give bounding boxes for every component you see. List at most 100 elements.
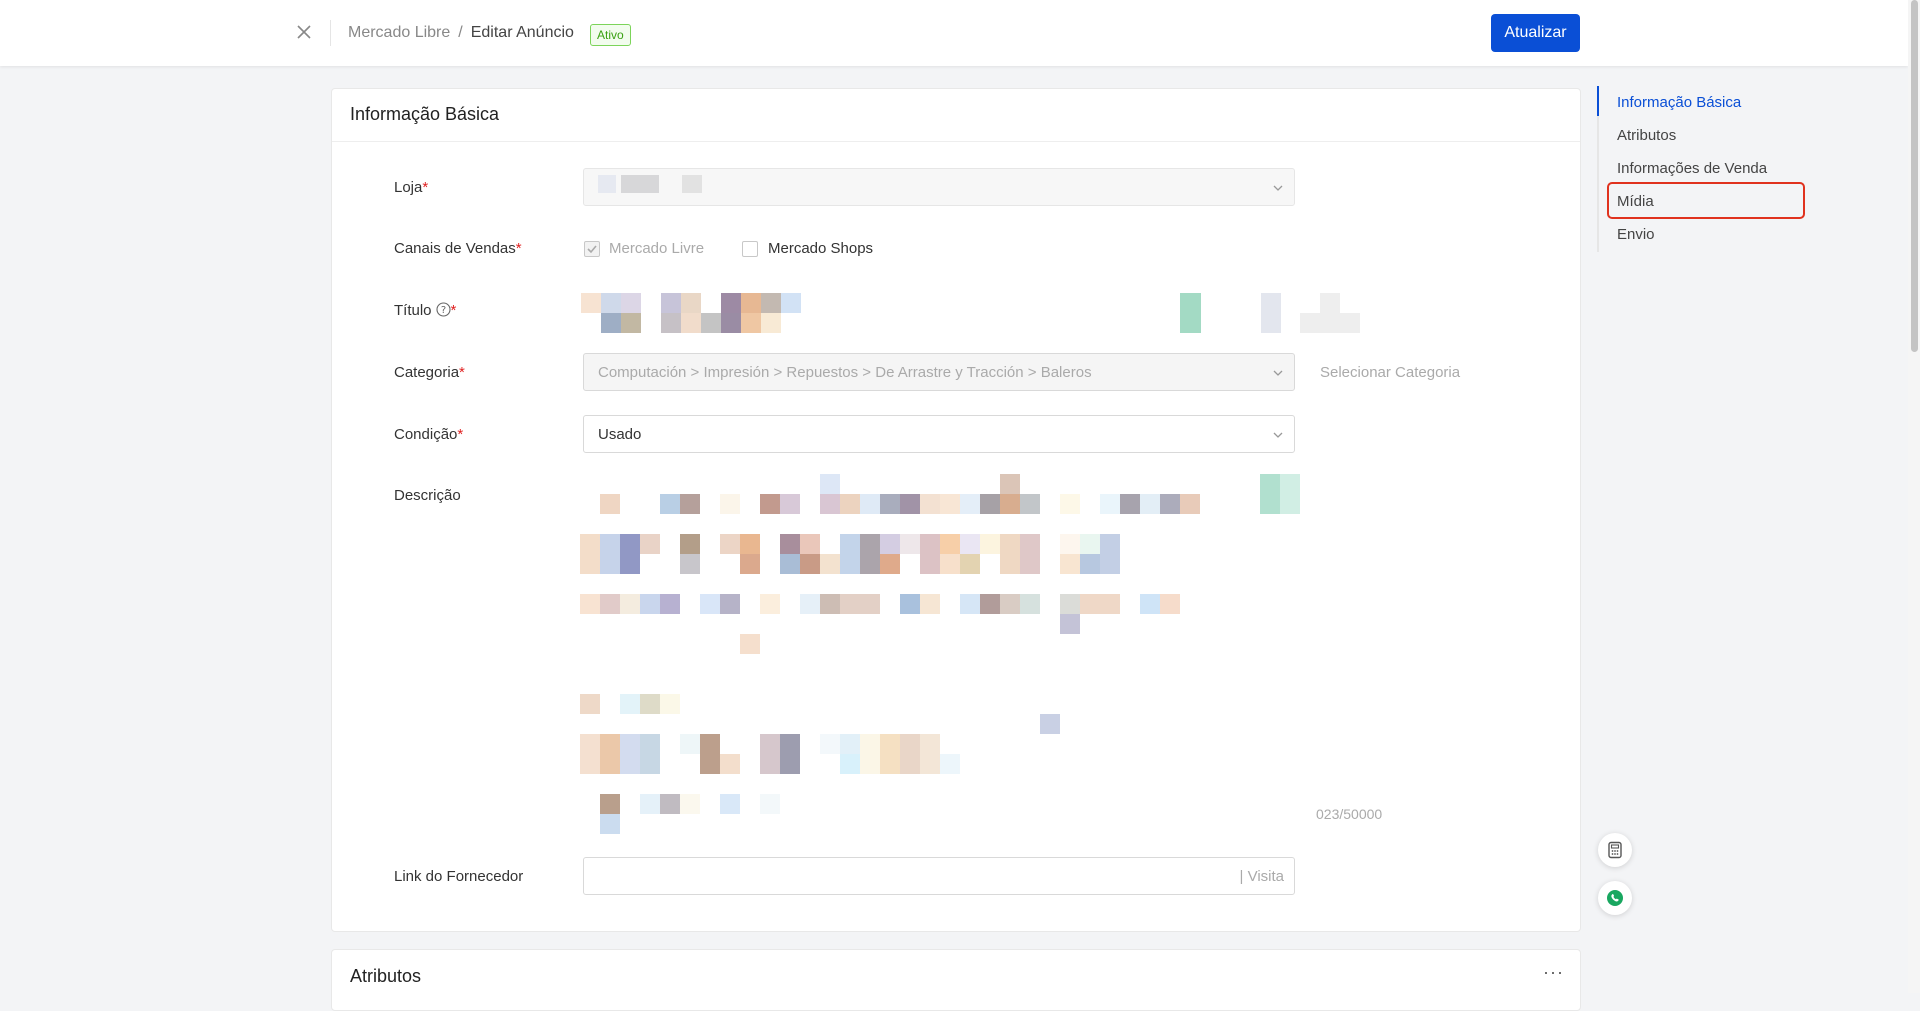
redacted-block bbox=[820, 594, 840, 614]
redacted-block bbox=[580, 534, 600, 574]
redacted-block bbox=[1000, 474, 1020, 494]
redacted-block bbox=[1020, 594, 1040, 614]
help-icon[interactable]: ? bbox=[435, 302, 451, 317]
mercado-shops-checkbox[interactable] bbox=[742, 241, 758, 257]
redacted-block bbox=[1120, 494, 1140, 514]
section-title: Atributos bbox=[350, 966, 422, 986]
redacted-block bbox=[680, 554, 700, 574]
redacted-block bbox=[700, 594, 720, 614]
breadcrumb: Mercado Libre / Editar Anúncio bbox=[348, 24, 574, 42]
redacted-block bbox=[960, 554, 980, 574]
condition-label: Condição* bbox=[394, 426, 463, 443]
card-header: Informação Básica bbox=[332, 89, 1580, 142]
redacted-block bbox=[780, 734, 800, 774]
condition-select[interactable]: Usado bbox=[583, 415, 1295, 453]
mercado-shops-label: Mercado Shops bbox=[768, 240, 874, 257]
redacted-block bbox=[1160, 594, 1180, 614]
basic-info-card: Informação Básica Loja* Canais de Vendas… bbox=[331, 88, 1581, 932]
redacted-block bbox=[980, 534, 1000, 554]
description-label: Descrição bbox=[394, 487, 461, 504]
anchor-item-atributos[interactable]: Atributos bbox=[1617, 127, 1676, 144]
redacted-block bbox=[820, 494, 840, 514]
redacted-block bbox=[940, 554, 960, 574]
top-bar: Mercado Libre / Editar Anúncio Ativo Atual… bbox=[0, 0, 1908, 66]
breadcrumb-current: Editar Anúncio bbox=[470, 24, 574, 41]
redacted-block bbox=[1000, 494, 1020, 514]
redacted-block bbox=[920, 734, 940, 774]
redacted-block bbox=[1300, 313, 1360, 333]
redacted-block bbox=[660, 694, 680, 714]
description-label-text: Descrição bbox=[394, 487, 461, 504]
redacted-block bbox=[640, 534, 660, 554]
redacted-block bbox=[680, 494, 700, 514]
redacted-block bbox=[1080, 554, 1100, 574]
required-mark: * bbox=[457, 426, 464, 443]
redacted-block bbox=[1320, 293, 1340, 313]
redacted-block bbox=[600, 594, 620, 614]
store-select[interactable] bbox=[583, 168, 1295, 206]
redacted-block bbox=[620, 734, 640, 774]
redacted-block bbox=[780, 494, 800, 514]
redacted-block bbox=[860, 534, 880, 574]
redacted-block bbox=[598, 175, 616, 193]
close-icon[interactable] bbox=[292, 20, 316, 44]
redacted-block bbox=[720, 534, 740, 554]
redacted-block bbox=[600, 794, 620, 814]
redacted-block bbox=[780, 554, 800, 574]
anchor-item-informacoes-de-venda[interactable]: Informações de Venda bbox=[1617, 160, 1767, 177]
redacted-block bbox=[580, 734, 600, 774]
more-options-icon[interactable]: ··· bbox=[1543, 962, 1564, 983]
redacted-block bbox=[880, 494, 900, 514]
redacted-block bbox=[601, 313, 621, 333]
redacted-block bbox=[761, 293, 781, 313]
chevron-down-icon bbox=[1273, 185, 1283, 191]
supplier-link-label-text: Link do Fornecedor bbox=[394, 868, 524, 885]
redacted-block bbox=[601, 293, 621, 313]
redacted-block bbox=[900, 594, 920, 614]
breadcrumb-separator: / bbox=[458, 24, 463, 41]
redacted-block bbox=[960, 534, 980, 554]
redacted-block bbox=[1180, 293, 1201, 333]
redacted-block bbox=[1180, 494, 1200, 514]
redacted-block bbox=[860, 494, 880, 514]
redacted-block bbox=[781, 293, 801, 313]
supplier-link-input[interactable]: | Visita bbox=[583, 857, 1295, 895]
calculator-button[interactable] bbox=[1598, 833, 1632, 867]
redacted-block bbox=[1261, 293, 1281, 333]
redacted-block bbox=[740, 634, 760, 654]
sales-channels-label: Canais de Vendas* bbox=[394, 240, 522, 257]
status-badge: Ativo bbox=[590, 24, 631, 46]
required-mark: * bbox=[422, 179, 429, 196]
anchor-item-midia[interactable]: Mídia bbox=[1617, 193, 1654, 210]
redacted-block bbox=[620, 594, 640, 614]
select-category-link[interactable]: Selecionar Categoria bbox=[1320, 364, 1460, 381]
redacted-block bbox=[840, 734, 860, 754]
redacted-block bbox=[980, 594, 1000, 614]
scrollbar[interactable] bbox=[1908, 0, 1920, 993]
redacted-block bbox=[740, 534, 760, 554]
visit-link[interactable]: | Visita bbox=[1240, 868, 1284, 885]
redacted-block bbox=[1060, 594, 1080, 614]
update-button[interactable]: Atualizar bbox=[1491, 14, 1580, 52]
redacted-block bbox=[1100, 534, 1120, 574]
redacted-block bbox=[1080, 534, 1100, 554]
whatsapp-button[interactable] bbox=[1598, 881, 1632, 915]
mercado-livre-checkbox[interactable] bbox=[584, 241, 600, 257]
redacted-block bbox=[580, 694, 600, 714]
redacted-block bbox=[640, 594, 660, 614]
title-label: Título? * bbox=[394, 302, 456, 319]
redacted-block bbox=[880, 734, 900, 774]
redacted-block bbox=[1100, 494, 1120, 514]
redacted-block bbox=[721, 313, 741, 333]
redacted-block bbox=[1020, 534, 1040, 574]
breadcrumb-root[interactable]: Mercado Libre bbox=[348, 24, 450, 41]
anchor-item-informacao-basica[interactable]: Informação Básica bbox=[1617, 94, 1741, 111]
anchor-item-envio[interactable]: Envio bbox=[1617, 226, 1655, 243]
scrollbar-thumb[interactable] bbox=[1911, 0, 1918, 352]
category-select[interactable]: Computación > Impresión > Repuestos > De… bbox=[583, 353, 1295, 391]
redacted-block bbox=[1140, 594, 1160, 614]
sales-channels-label-text: Canais de Vendas bbox=[394, 240, 516, 257]
redacted-block bbox=[840, 594, 880, 614]
redacted-block bbox=[660, 794, 680, 814]
redacted-block bbox=[800, 554, 820, 574]
